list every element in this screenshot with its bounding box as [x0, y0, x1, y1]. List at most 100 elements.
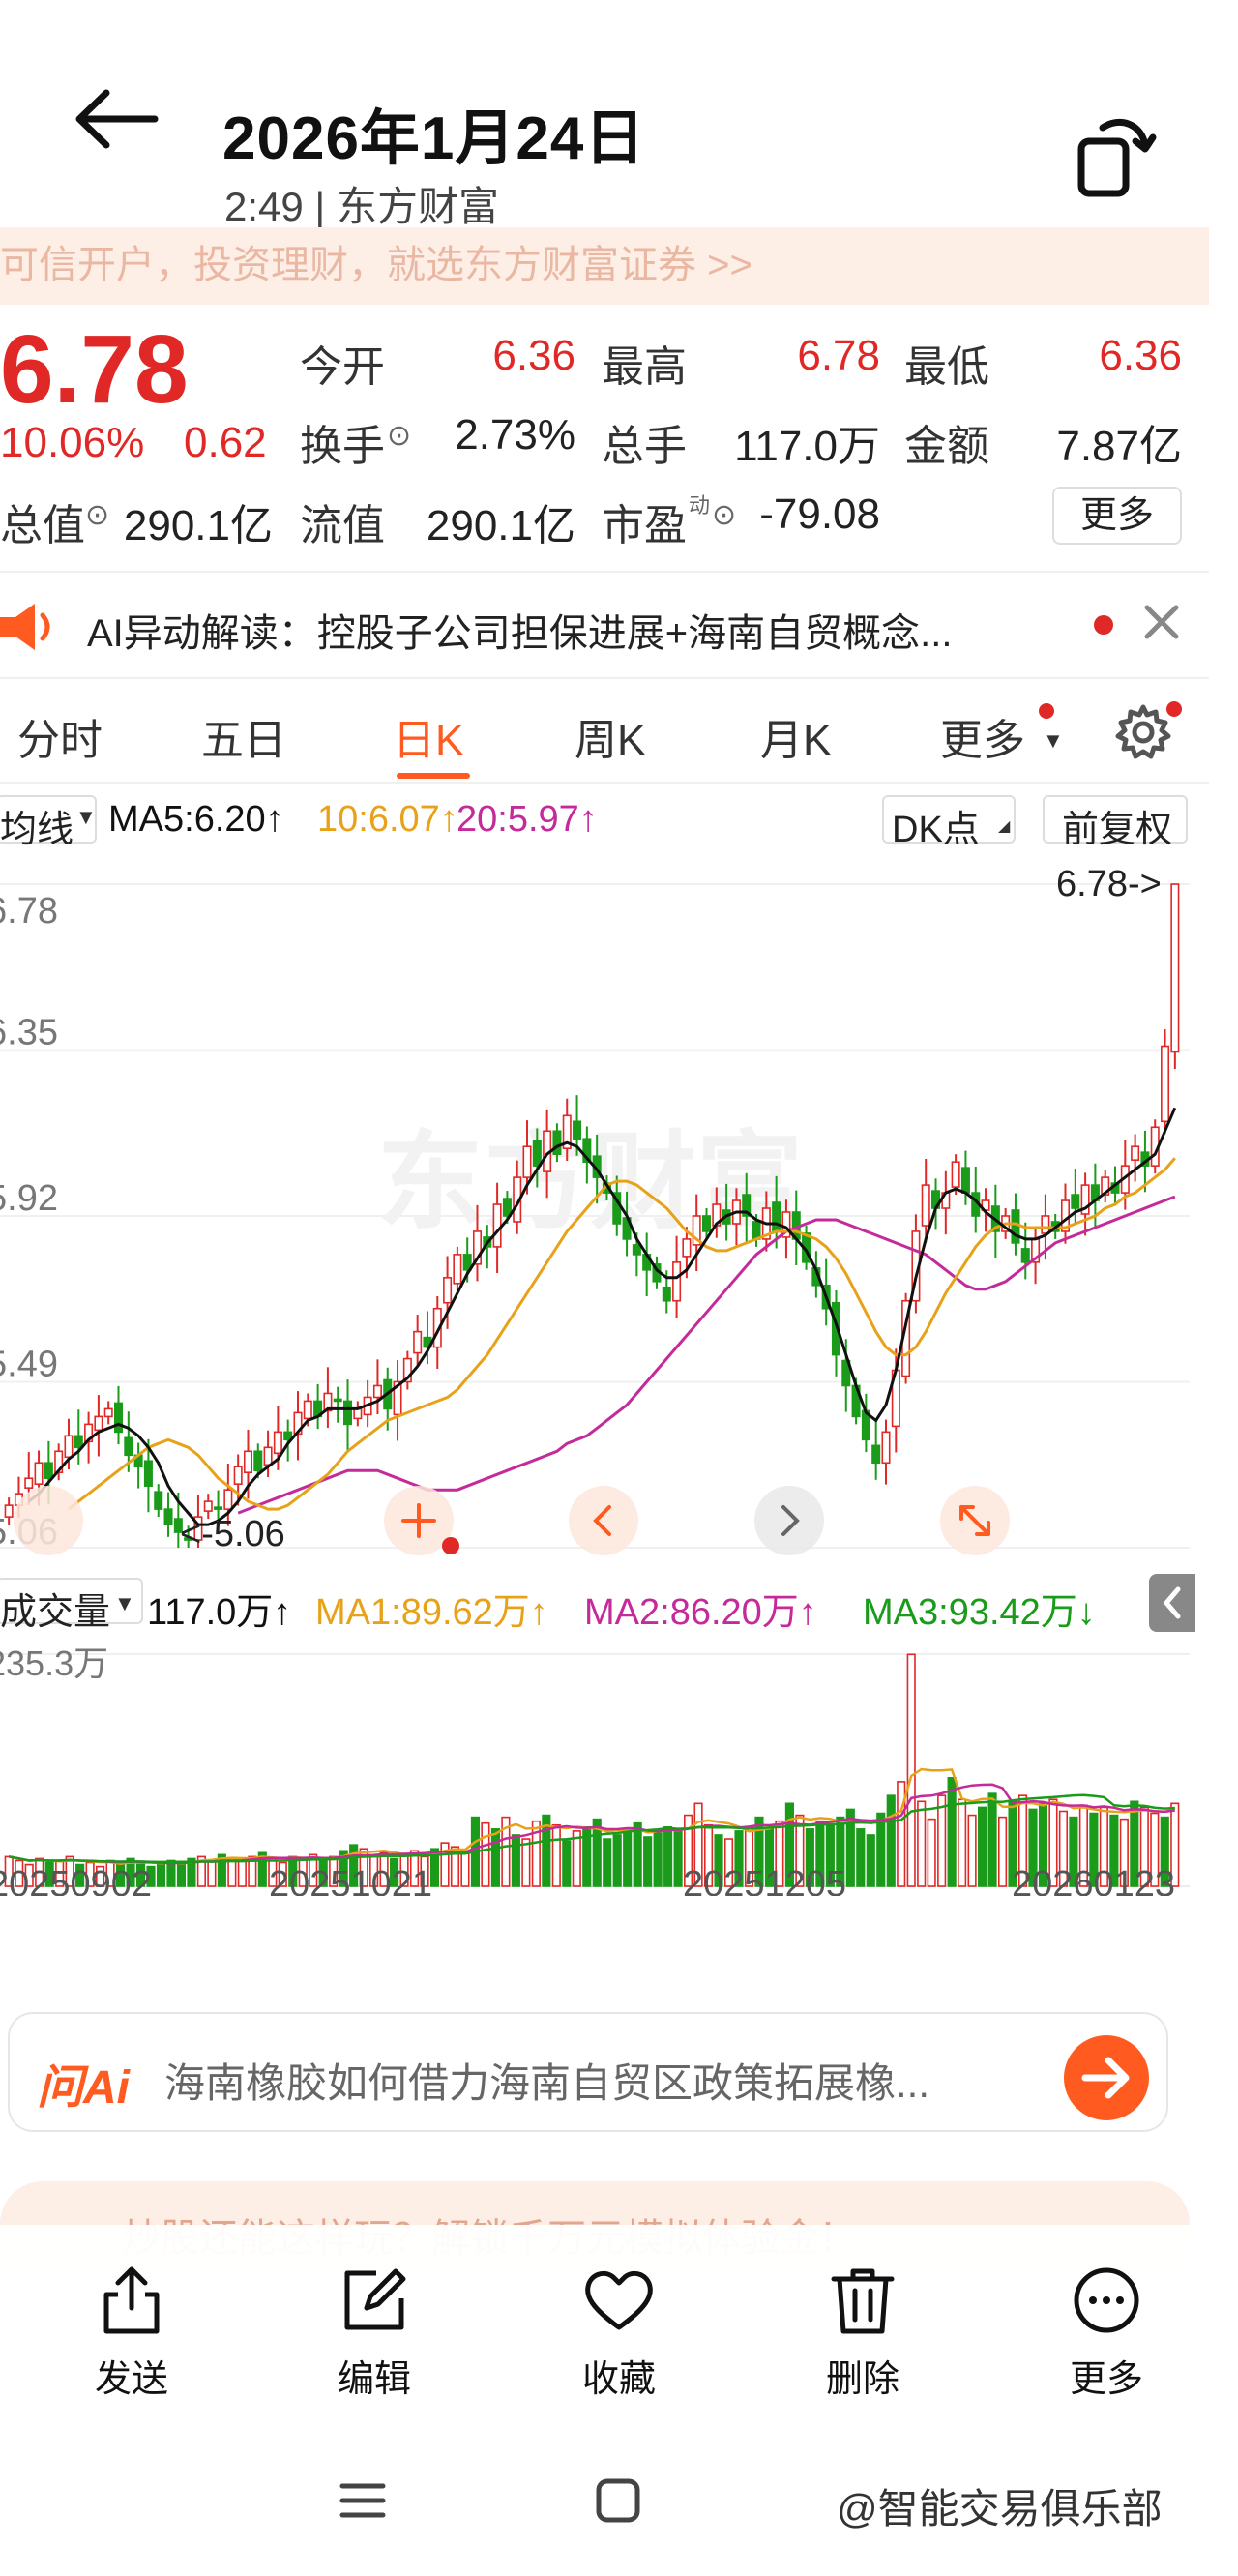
volume-bar-down [653, 1832, 663, 1887]
change-amount: 0.62 [184, 419, 267, 466]
tab-monthly-k[interactable]: 月K [760, 705, 831, 767]
unread-dot [1094, 615, 1113, 635]
volume-bar-up [207, 1859, 217, 1887]
volume-bar-down [673, 1830, 683, 1887]
info-icon[interactable]: ⊙ [85, 498, 109, 532]
chart-next-button[interactable] [754, 1486, 824, 1555]
candle-down [1071, 1194, 1080, 1209]
volume-bar-down [947, 1777, 957, 1887]
chart-zoom-out-button-bg [14, 1486, 83, 1555]
delete-button[interactable]: 删除 [795, 2264, 930, 2402]
ma20-value: 20:5.97↑ [457, 799, 598, 840]
unread-dot [442, 1537, 459, 1554]
label-low: 最低 [904, 343, 989, 391]
dynamic-mark: 动 [689, 493, 711, 518]
volume-bar-down [562, 1840, 572, 1887]
value-pe: -79.08 [759, 490, 880, 538]
edit-label: 编辑 [337, 2359, 411, 2400]
share-icon [103, 2266, 160, 2334]
speaker-icon [0, 604, 50, 650]
volume-bar-down [856, 1828, 866, 1887]
tab-daily-k[interactable]: 日K [393, 705, 463, 767]
home-icon[interactable] [594, 2476, 642, 2525]
candle-down [772, 1201, 781, 1232]
candle-up [413, 1330, 423, 1354]
x-date-label: 20250902 [0, 1864, 152, 1896]
ask-ai-prompt: 海南橡胶如何借力海南自贸区政策拓展橡... [164, 2060, 930, 2106]
tab-intraday[interactable]: 分时 [17, 705, 103, 767]
unread-dot [1039, 703, 1054, 719]
gallery-action-bar: 发送 编辑 收藏 删除 更多 [0, 2225, 1238, 2409]
tab-more[interactable]: 更多 [940, 705, 1025, 767]
x-date-label: 20251021 [269, 1864, 432, 1896]
y-tick-label: 6.35 [0, 1013, 58, 1053]
volume-bar-down [886, 1794, 896, 1887]
tab-weekly-k[interactable]: 周K [575, 705, 645, 767]
candle-down [124, 1436, 133, 1457]
back-arrow-icon[interactable] [68, 85, 164, 153]
volume-chart[interactable]: 235.3万 20250902 20251021 20251205 20260123 [0, 1567, 1209, 1896]
info-icon[interactable]: ⊙ [387, 419, 411, 453]
candle-down [214, 1506, 223, 1510]
candle-up [223, 1489, 233, 1510]
candlestick-chart[interactable]: 东方财富 6.786.355.925.495.066.78-><-5.06 [0, 851, 1209, 1567]
candle-up [682, 1238, 692, 1258]
volume-bar-up [958, 1798, 967, 1887]
send-button[interactable]: 发送 [64, 2264, 199, 2402]
volume-bar-up [460, 1851, 470, 1887]
rotate-icon[interactable] [1064, 106, 1161, 203]
favorite-button[interactable]: 收藏 [551, 2264, 687, 2402]
candle-up [1170, 883, 1180, 1053]
edit-button[interactable]: 编辑 [307, 2264, 442, 2402]
volume-bar-up [897, 1781, 906, 1887]
more-options-button[interactable]: 更多 [1039, 2264, 1174, 2402]
candle-down [1011, 1209, 1020, 1244]
ask-ai-bar[interactable]: 问Ai 海南橡胶如何借力海南自贸区政策拓展橡... [8, 2012, 1168, 2132]
ma-legend-row: 均线 ▼ MA5:6.20↑ 10:6.07↑ 20:5.97↑ DK点 ◢ 前… [0, 791, 1209, 850]
volume-bar-down [663, 1826, 673, 1887]
candle-up [921, 1184, 930, 1227]
volume-bar-down [876, 1812, 886, 1887]
tab-five-day[interactable]: 五日 [201, 705, 286, 767]
candle-down [552, 1130, 562, 1155]
candle-down [573, 1120, 582, 1140]
menu-icon[interactable] [339, 2476, 387, 2525]
close-icon[interactable] [1137, 598, 1186, 646]
candle-down [1020, 1248, 1030, 1263]
info-icon[interactable]: ⊙ [712, 498, 736, 532]
chart-fullscreen-button[interactable] [940, 1486, 1010, 1555]
volume-bar-up [927, 1818, 936, 1887]
adjust-label: 前复权 [1062, 810, 1173, 850]
chart-prev-button[interactable] [569, 1486, 638, 1555]
candle-down [701, 1215, 712, 1232]
ai-alert-bar[interactable]: AI异动解读：控股子公司担保进展+海南自贸概念... [0, 571, 1209, 679]
unread-dot [1166, 701, 1182, 717]
x-date-label: 20260123 [1012, 1864, 1175, 1896]
dropdown-caret-icon: ▼ [1043, 728, 1064, 753]
gear-icon[interactable] [1114, 703, 1172, 761]
value-float-cap: 290.1亿 [426, 502, 575, 549]
ma-selector-label: 均线 [0, 810, 74, 850]
x-date-label: 20251205 [683, 1864, 846, 1896]
candle-down [44, 1462, 53, 1480]
candle-up [24, 1477, 34, 1489]
ask-ai-submit-button[interactable] [1064, 2035, 1149, 2120]
volume-bar-down [511, 1834, 520, 1887]
volume-bar-down [176, 1861, 187, 1887]
quote-more-button[interactable]: 更多 [1052, 487, 1182, 545]
candle-up [372, 1384, 382, 1399]
trash-icon [831, 2268, 895, 2334]
candle-up [303, 1400, 312, 1420]
photo-time-source: 2:49 | 东方财富 [224, 184, 499, 229]
candle-down [154, 1491, 163, 1510]
promo-strip[interactable]: 可信开户，投资理财，就选东方财富证券 >> [0, 227, 1209, 305]
candle-up [443, 1277, 453, 1304]
candle-up [1131, 1145, 1140, 1161]
chart-zoom-out-button[interactable] [14, 1486, 83, 1555]
favorite-label: 收藏 [581, 2359, 656, 2400]
volume-bar-up [906, 1653, 916, 1887]
candle-up [522, 1145, 532, 1178]
candle-down [632, 1244, 641, 1256]
candle-up [1161, 1045, 1170, 1123]
label-high: 最高 [602, 343, 687, 391]
